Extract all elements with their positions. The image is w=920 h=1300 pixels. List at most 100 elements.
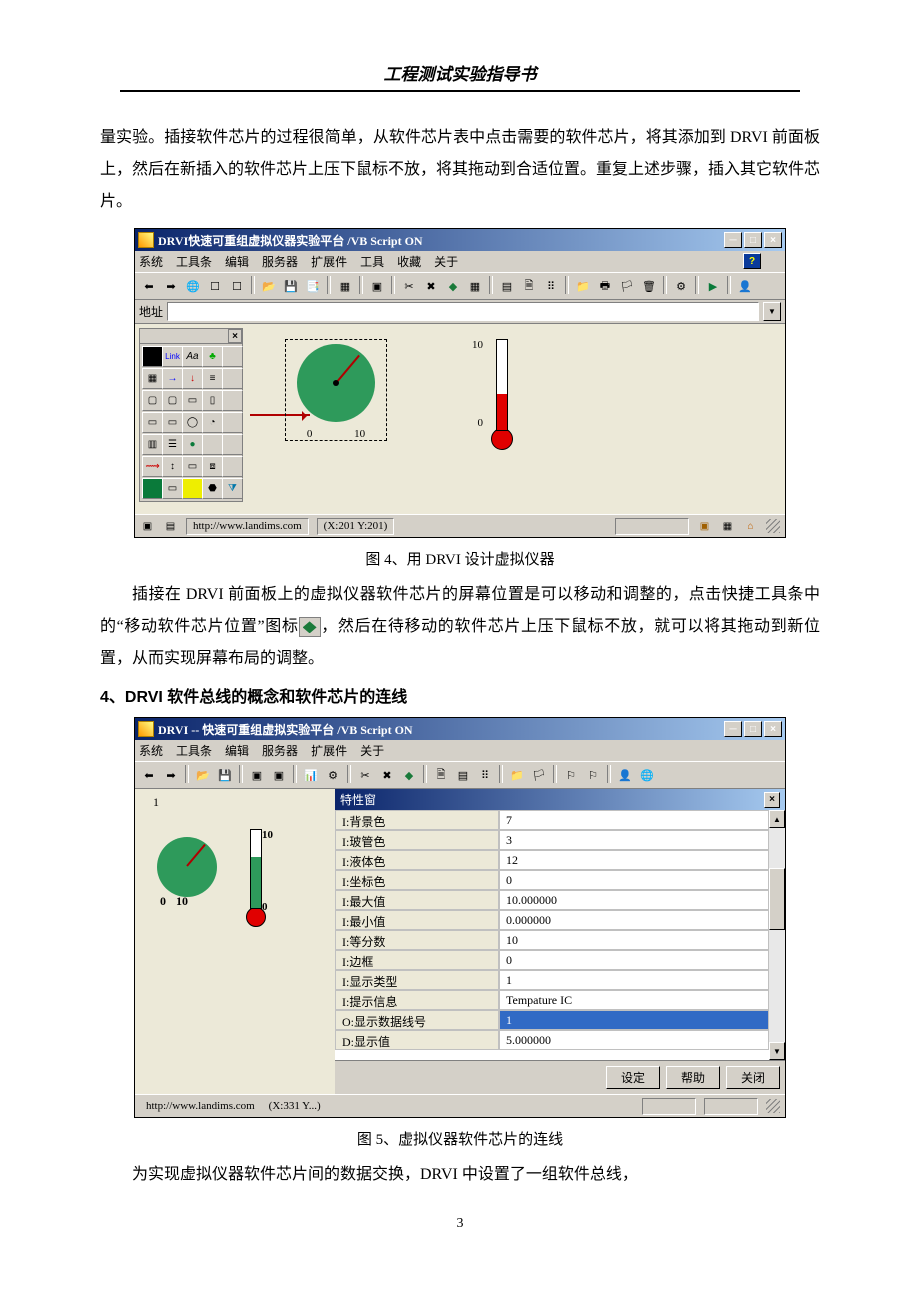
menu-item[interactable]: 工具条 xyxy=(176,255,212,269)
folder-icon[interactable]: 📁 xyxy=(507,765,527,785)
thermometer-chip[interactable]: 100 xyxy=(490,339,520,449)
menu-item[interactable]: 扩展件 xyxy=(311,255,347,269)
pal-empty3[interactable] xyxy=(222,390,243,411)
pal-dev-icon[interactable]: ⬣ xyxy=(202,478,223,499)
menu-item[interactable]: 系统 xyxy=(139,744,163,758)
copy-icon[interactable]: 📑 xyxy=(303,276,323,296)
grid-icon[interactable]: ▦ xyxy=(465,276,485,296)
pal-rect-icon[interactable]: ▭ xyxy=(142,412,163,433)
pal-slider-icon[interactable]: ⟿ xyxy=(142,456,163,477)
prop-val[interactable]: 0 xyxy=(499,950,769,970)
pal-grey2-icon[interactable]: ▢ xyxy=(162,390,183,411)
pal-arrow-icon[interactable]: → xyxy=(162,368,183,389)
menu-item[interactable]: 服务器 xyxy=(262,255,298,269)
prop-val[interactable]: 0.000000 xyxy=(499,910,769,930)
address-dropdown-icon[interactable]: ▼ xyxy=(763,302,781,321)
pal-stack-icon[interactable]: ▯ xyxy=(202,390,223,411)
chart-icon[interactable]: ▣ xyxy=(367,276,387,296)
menu-item[interactable]: 扩展件 xyxy=(311,744,347,758)
folder-icon[interactable]: 📁 xyxy=(573,276,593,296)
open-icon[interactable]: 📂 xyxy=(193,765,213,785)
status-tray2[interactable]: ▦ xyxy=(720,519,735,534)
menu-item[interactable]: 编辑 xyxy=(225,744,249,758)
b-icon[interactable]: ⚐ xyxy=(583,765,603,785)
pal-frame-icon[interactable]: ▭ xyxy=(182,390,203,411)
menu-item[interactable]: 服务器 xyxy=(262,744,298,758)
close-button[interactable]: × xyxy=(764,721,782,737)
menu-item[interactable]: 关于 xyxy=(360,744,384,758)
fig4-menubar[interactable]: 系统 工具条 编辑 服务器 扩展件 工具 收藏 关于 ? xyxy=(135,251,785,272)
config-icon[interactable]: ⚙ xyxy=(671,276,691,296)
print-icon[interactable]: 🖶 xyxy=(595,276,615,296)
pal-circle-icon[interactable]: ◯ xyxy=(182,412,203,433)
menu-item[interactable]: 系统 xyxy=(139,255,163,269)
pal-grey-icon[interactable]: ▢ xyxy=(142,390,163,411)
properties-table[interactable]: I:背景色7 I:玻管色3 I:液体色12 I:坐标色0 I:最大值10.000… xyxy=(335,810,769,1060)
newwin-icon[interactable]: ☐ xyxy=(205,276,225,296)
open-icon[interactable]: 📂 xyxy=(259,276,279,296)
cut-icon[interactable]: ✂ xyxy=(399,276,419,296)
save-icon[interactable]: 💾 xyxy=(215,765,235,785)
tool-palette[interactable]: × Link Aa ♣ ▦ → ↓ ≡ ▢ ▢ ▭ ▯ xyxy=(139,328,243,502)
status-tray3[interactable]: ⌂ xyxy=(743,519,758,534)
forward-icon[interactable]: ➡ xyxy=(161,276,181,296)
prop-val[interactable]: 7 xyxy=(499,810,769,830)
pal-empty6[interactable] xyxy=(222,434,243,455)
prop-val[interactable]: 3 xyxy=(499,830,769,850)
prop-val[interactable]: 0 xyxy=(499,870,769,890)
list-icon[interactable]: ▤ xyxy=(497,276,517,296)
scroll-down-icon[interactable]: ▼ xyxy=(769,1042,785,1060)
pal-num-icon[interactable]: ⧈ xyxy=(202,456,223,477)
minimize-button[interactable]: ─ xyxy=(724,232,742,248)
maximize-button[interactable]: □ xyxy=(744,232,762,248)
menu-item[interactable]: 关于 xyxy=(434,255,458,269)
run-icon[interactable]: 👤 xyxy=(615,765,635,785)
globe-icon[interactable]: 🌐 xyxy=(183,276,203,296)
minimize-button[interactable]: ─ xyxy=(724,721,742,737)
prop-val-selected[interactable]: 1 xyxy=(499,1010,769,1030)
pal-text-icon[interactable]: Aa xyxy=(182,346,203,367)
flag-icon[interactable]: 🏳 xyxy=(617,276,637,296)
flag-icon[interactable]: 🏳 xyxy=(529,765,549,785)
scroll-up-icon[interactable]: ▲ xyxy=(769,810,785,828)
save-icon[interactable]: 💾 xyxy=(281,276,301,296)
pal-win-icon[interactable]: ▭ xyxy=(162,412,183,433)
scroll-thumb[interactable] xyxy=(769,868,785,930)
doc-icon[interactable]: 🗎 xyxy=(519,276,539,296)
properties-scrollbar[interactable]: ▲ ▼ xyxy=(769,810,785,1060)
move-icon[interactable]: ◆ xyxy=(399,765,419,785)
help-icon[interactable]: ? xyxy=(743,253,761,269)
menu-item[interactable]: 编辑 xyxy=(225,255,249,269)
status-icon2[interactable]: ▤ xyxy=(163,519,178,534)
pal-lines-icon[interactable]: ≡ xyxy=(202,368,223,389)
move-chip-icon[interactable]: ◆ xyxy=(443,276,463,296)
pal-tree-icon[interactable]: ♣ xyxy=(202,346,223,367)
run-icon[interactable]: 👤 xyxy=(735,276,755,296)
pal-ptr-icon[interactable]: ↕ xyxy=(162,456,183,477)
prop-val[interactable]: 12 xyxy=(499,850,769,870)
fig5-titlebar[interactable]: DRVI -- 快速可重组虚拟实验平台 /VB Script ON ─ □ × xyxy=(135,718,785,740)
globe-icon[interactable]: 🌐 xyxy=(637,765,657,785)
gauge-chip[interactable]: 010 xyxy=(285,339,387,441)
dots-icon[interactable]: ⠿ xyxy=(475,765,495,785)
cut-icon[interactable]: ✂ xyxy=(355,765,375,785)
mod2-icon[interactable]: ▣ xyxy=(269,765,289,785)
pal-link-icon[interactable]: Link xyxy=(162,346,183,367)
maximize-button[interactable]: □ xyxy=(744,721,762,737)
play-icon[interactable]: ▶ xyxy=(703,276,723,296)
pal-puzzle-icon[interactable]: ⧩ xyxy=(222,478,243,499)
list-icon[interactable]: ▤ xyxy=(453,765,473,785)
pal-empty[interactable] xyxy=(222,346,243,367)
newwin2-icon[interactable]: ☐ xyxy=(227,276,247,296)
prop-val[interactable]: Tempature IC xyxy=(499,990,769,1010)
address-input[interactable] xyxy=(167,302,759,321)
pal-ball-icon[interactable]: ● xyxy=(182,434,203,455)
delete-icon[interactable]: ✖ xyxy=(421,276,441,296)
pal-empty2[interactable] xyxy=(222,368,243,389)
trash-icon[interactable]: 🗑 xyxy=(639,276,659,296)
status-tray1[interactable]: ▣ xyxy=(697,519,712,534)
pal-color-icon[interactable] xyxy=(142,346,163,367)
prop-val[interactable]: 1 xyxy=(499,970,769,990)
properties-close-icon[interactable]: × xyxy=(764,792,780,808)
prop-val[interactable]: 10 xyxy=(499,930,769,950)
